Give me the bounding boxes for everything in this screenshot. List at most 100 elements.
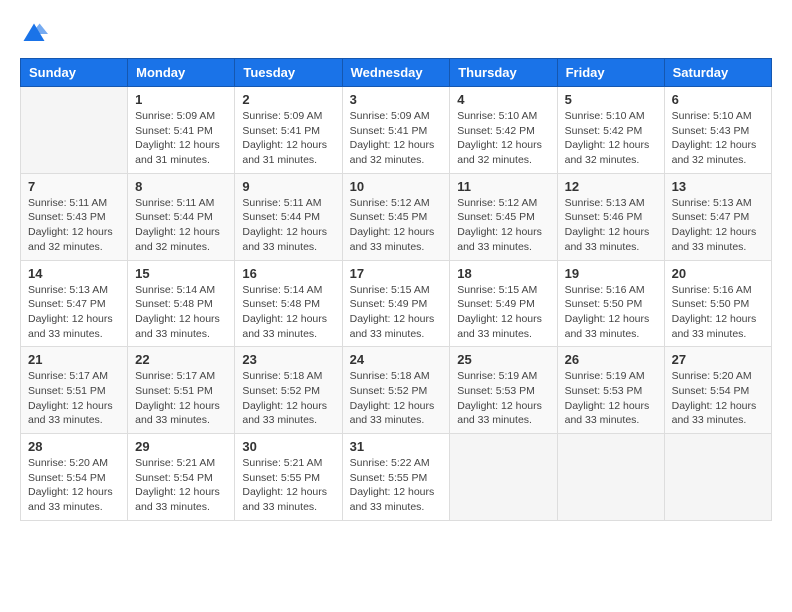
day-number: 13	[672, 179, 764, 194]
calendar-cell: 25 Sunrise: 5:19 AM Sunset: 5:53 PM Dayli…	[450, 347, 557, 434]
day-number: 1	[135, 92, 227, 107]
header-cell-tuesday: Tuesday	[235, 59, 342, 87]
day-info: Sunrise: 5:21 AM Sunset: 5:55 PM Dayligh…	[242, 456, 334, 515]
day-number: 18	[457, 266, 549, 281]
calendar-week-row: 21Sunrise: 5:17 AM Sunset: 5:51 PM Dayli…	[21, 347, 772, 434]
header-cell-thursday: Thursday	[450, 59, 557, 87]
day-number: 3	[350, 92, 443, 107]
calendar-cell: 30 Sunrise: 5:21 AM Sunset: 5:55 PM Dayli…	[235, 434, 342, 521]
day-info: Sunrise: 5:12 AM Sunset: 5:45 PM Dayligh…	[350, 196, 443, 255]
calendar-cell: 10 Sunrise: 5:12 AM Sunset: 5:45 PM Dayli…	[342, 173, 450, 260]
calendar-cell: 24 Sunrise: 5:18 AM Sunset: 5:52 PM Dayli…	[342, 347, 450, 434]
header-cell-friday: Friday	[557, 59, 664, 87]
calendar-cell: 8 Sunrise: 5:11 AM Sunset: 5:44 PM Daylig…	[128, 173, 235, 260]
header-cell-saturday: Saturday	[664, 59, 771, 87]
calendar-cell	[664, 434, 771, 521]
calendar-cell	[557, 434, 664, 521]
calendar-week-row: 28 Sunrise: 5:20 AM Sunset: 5:54 PM Dayli…	[21, 434, 772, 521]
day-number: 10	[350, 179, 443, 194]
day-number: 11	[457, 179, 549, 194]
calendar-cell: 16Sunrise: 5:14 AM Sunset: 5:48 PM Dayli…	[235, 260, 342, 347]
calendar-cell: 12Sunrise: 5:13 AM Sunset: 5:46 PM Dayli…	[557, 173, 664, 260]
day-number: 29	[135, 439, 227, 454]
day-info: Sunrise: 5:11 AM Sunset: 5:43 PM Dayligh…	[28, 196, 120, 255]
header-cell-wednesday: Wednesday	[342, 59, 450, 87]
day-info: Sunrise: 5:20 AM Sunset: 5:54 PM Dayligh…	[672, 369, 764, 428]
day-info: Sunrise: 5:11 AM Sunset: 5:44 PM Dayligh…	[135, 196, 227, 255]
day-info: Sunrise: 5:17 AM Sunset: 5:51 PM Dayligh…	[28, 369, 120, 428]
logo	[20, 20, 52, 48]
day-number: 31	[350, 439, 443, 454]
day-info: Sunrise: 5:15 AM Sunset: 5:49 PM Dayligh…	[457, 283, 549, 342]
day-number: 9	[242, 179, 334, 194]
day-info: Sunrise: 5:09 AM Sunset: 5:41 PM Dayligh…	[242, 109, 334, 168]
calendar-header-row: SundayMondayTuesdayWednesdayThursdayFrid…	[21, 59, 772, 87]
day-number: 16	[242, 266, 334, 281]
day-number: 30	[242, 439, 334, 454]
calendar-week-row: 14 Sunrise: 5:13 AM Sunset: 5:47 PM Dayli…	[21, 260, 772, 347]
day-info: Sunrise: 5:22 AM Sunset: 5:55 PM Dayligh…	[350, 456, 443, 515]
day-info: Sunrise: 5:18 AM Sunset: 5:52 PM Dayligh…	[242, 369, 334, 428]
day-number: 14	[28, 266, 120, 281]
calendar-cell: 26 Sunrise: 5:19 AM Sunset: 5:53 PM Dayli…	[557, 347, 664, 434]
day-info: Sunrise: 5:19 AM Sunset: 5:53 PM Dayligh…	[457, 369, 549, 428]
calendar-cell: 23 Sunrise: 5:18 AM Sunset: 5:52 PM Dayli…	[235, 347, 342, 434]
calendar-cell: 5 Sunrise: 5:10 AM Sunset: 5:42 PM Daylig…	[557, 87, 664, 174]
day-number: 24	[350, 352, 443, 367]
day-number: 28	[28, 439, 120, 454]
day-info: Sunrise: 5:14 AM Sunset: 5:48 PM Dayligh…	[135, 283, 227, 342]
header	[20, 20, 772, 48]
day-info: Sunrise: 5:17 AM Sunset: 5:51 PM Dayligh…	[135, 369, 227, 428]
calendar-cell: 9 Sunrise: 5:11 AM Sunset: 5:44 PM Daylig…	[235, 173, 342, 260]
day-info: Sunrise: 5:11 AM Sunset: 5:44 PM Dayligh…	[242, 196, 334, 255]
day-info: Sunrise: 5:13 AM Sunset: 5:47 PM Dayligh…	[672, 196, 764, 255]
day-number: 25	[457, 352, 549, 367]
day-number: 19	[565, 266, 657, 281]
day-info: Sunrise: 5:13 AM Sunset: 5:47 PM Dayligh…	[28, 283, 120, 342]
calendar-cell: 21Sunrise: 5:17 AM Sunset: 5:51 PM Dayli…	[21, 347, 128, 434]
day-number: 8	[135, 179, 227, 194]
day-number: 26	[565, 352, 657, 367]
calendar-cell: 13 Sunrise: 5:13 AM Sunset: 5:47 PM Dayli…	[664, 173, 771, 260]
day-number: 4	[457, 92, 549, 107]
calendar-cell: 1 Sunrise: 5:09 AM Sunset: 5:41 PM Daylig…	[128, 87, 235, 174]
day-info: Sunrise: 5:19 AM Sunset: 5:53 PM Dayligh…	[565, 369, 657, 428]
day-number: 5	[565, 92, 657, 107]
day-number: 15	[135, 266, 227, 281]
day-info: Sunrise: 5:12 AM Sunset: 5:45 PM Dayligh…	[457, 196, 549, 255]
day-number: 20	[672, 266, 764, 281]
day-info: Sunrise: 5:09 AM Sunset: 5:41 PM Dayligh…	[135, 109, 227, 168]
day-number: 27	[672, 352, 764, 367]
calendar-week-row: 1 Sunrise: 5:09 AM Sunset: 5:41 PM Daylig…	[21, 87, 772, 174]
day-info: Sunrise: 5:13 AM Sunset: 5:46 PM Dayligh…	[565, 196, 657, 255]
calendar-cell: 2 Sunrise: 5:09 AM Sunset: 5:41 PM Daylig…	[235, 87, 342, 174]
day-number: 22	[135, 352, 227, 367]
calendar-cell: 28 Sunrise: 5:20 AM Sunset: 5:54 PM Dayli…	[21, 434, 128, 521]
day-number: 2	[242, 92, 334, 107]
day-number: 7	[28, 179, 120, 194]
calendar-cell: 31 Sunrise: 5:22 AM Sunset: 5:55 PM Dayli…	[342, 434, 450, 521]
calendar-cell: 17 Sunrise: 5:15 AM Sunset: 5:49 PM Dayli…	[342, 260, 450, 347]
day-number: 17	[350, 266, 443, 281]
calendar-cell: 4 Sunrise: 5:10 AM Sunset: 5:42 PM Daylig…	[450, 87, 557, 174]
day-info: Sunrise: 5:10 AM Sunset: 5:42 PM Dayligh…	[565, 109, 657, 168]
calendar-cell: 14 Sunrise: 5:13 AM Sunset: 5:47 PM Dayli…	[21, 260, 128, 347]
calendar-cell: 27 Sunrise: 5:20 AM Sunset: 5:54 PM Dayli…	[664, 347, 771, 434]
calendar-cell: 19Sunrise: 5:16 AM Sunset: 5:50 PM Dayli…	[557, 260, 664, 347]
header-cell-sunday: Sunday	[21, 59, 128, 87]
day-info: Sunrise: 5:20 AM Sunset: 5:54 PM Dayligh…	[28, 456, 120, 515]
calendar-cell: 20 Sunrise: 5:16 AM Sunset: 5:50 PM Dayli…	[664, 260, 771, 347]
calendar-week-row: 7 Sunrise: 5:11 AM Sunset: 5:43 PM Daylig…	[21, 173, 772, 260]
day-info: Sunrise: 5:15 AM Sunset: 5:49 PM Dayligh…	[350, 283, 443, 342]
calendar-cell: 3 Sunrise: 5:09 AM Sunset: 5:41 PM Daylig…	[342, 87, 450, 174]
day-info: Sunrise: 5:09 AM Sunset: 5:41 PM Dayligh…	[350, 109, 443, 168]
calendar-cell	[21, 87, 128, 174]
calendar-table: SundayMondayTuesdayWednesdayThursdayFrid…	[20, 58, 772, 521]
day-info: Sunrise: 5:21 AM Sunset: 5:54 PM Dayligh…	[135, 456, 227, 515]
calendar-cell: 15 Sunrise: 5:14 AM Sunset: 5:48 PM Dayli…	[128, 260, 235, 347]
calendar-cell: 11 Sunrise: 5:12 AM Sunset: 5:45 PM Dayli…	[450, 173, 557, 260]
day-info: Sunrise: 5:18 AM Sunset: 5:52 PM Dayligh…	[350, 369, 443, 428]
day-info: Sunrise: 5:10 AM Sunset: 5:42 PM Dayligh…	[457, 109, 549, 168]
day-number: 23	[242, 352, 334, 367]
day-info: Sunrise: 5:16 AM Sunset: 5:50 PM Dayligh…	[672, 283, 764, 342]
